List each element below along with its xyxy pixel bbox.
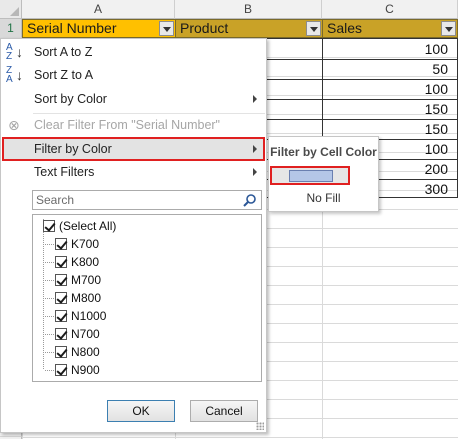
sales-cell[interactable]: 50 (322, 60, 452, 79)
cancel-button[interactable]: Cancel (190, 400, 258, 422)
sort-ascending-icon: A Z ↓ (6, 42, 23, 62)
list-item[interactable]: N900 (45, 361, 100, 379)
header-cell-product[interactable]: Product (175, 19, 323, 38)
menu-item-text-filters[interactable]: Text Filters (2, 160, 265, 184)
list-item-label: N900 (71, 363, 100, 377)
checkbox[interactable] (55, 364, 67, 376)
submenu-title: Filter by Cell Color (270, 145, 377, 159)
list-item-label: M800 (71, 291, 102, 305)
select-all-corner[interactable] (0, 0, 22, 19)
list-item[interactable]: N700 (45, 325, 100, 343)
sort-descending-icon: Z A ↓ (6, 65, 23, 85)
list-item-label: N1000 (71, 309, 107, 323)
list-item[interactable]: K700 (45, 235, 100, 253)
list-item[interactable]: N1000 (45, 307, 107, 325)
list-item[interactable]: K800 (45, 253, 100, 271)
sales-cell[interactable]: 100 (322, 80, 452, 99)
header-cell-sales[interactable]: Sales (322, 19, 458, 38)
menu-item-label: Sort Z to A (34, 68, 94, 82)
column-header-a[interactable]: A (22, 0, 175, 19)
search-input[interactable] (33, 191, 233, 209)
list-item-select-all[interactable]: (Select All) (43, 217, 116, 235)
checkbox[interactable] (55, 310, 67, 322)
ok-button[interactable]: OK (107, 400, 175, 422)
header-cell-serial-number[interactable]: Serial Number (22, 19, 176, 38)
submenu-arrow-icon (253, 145, 257, 153)
filter-value-list[interactable]: (Select All) K700 K800 M700 M800 N1000 N… (32, 214, 262, 382)
menu-item-clear-filter[interactable]: ⊗ Clear Filter From "Serial Number" (2, 113, 265, 137)
checkbox[interactable] (55, 256, 67, 268)
filter-dropdown-button[interactable] (441, 21, 456, 36)
list-item-label: (Select All) (59, 219, 117, 233)
cell-color-option[interactable] (270, 166, 350, 185)
list-item-label: K700 (71, 237, 100, 251)
menu-item-sort-by-color[interactable]: Sort by Color (2, 87, 265, 111)
list-item[interactable]: N800 (45, 343, 100, 361)
row-header[interactable]: 1 (0, 19, 22, 38)
header-cell-label: Serial Number (27, 20, 117, 36)
search-box[interactable] (32, 190, 262, 210)
list-item-label: N800 (71, 345, 100, 359)
search-icon (243, 194, 256, 207)
checkbox[interactable] (55, 328, 67, 340)
no-fill-option[interactable]: No Fill (269, 191, 378, 205)
sales-cell[interactable]: 100 (322, 40, 452, 59)
list-item-label: K800 (71, 255, 100, 269)
autofilter-menu: A Z ↓ Sort A to Z Z A ↓ Sort Z to A Sort by … (0, 38, 267, 433)
checkbox[interactable] (55, 274, 67, 286)
filter-dropdown-button[interactable] (306, 21, 321, 36)
resize-grip-icon[interactable] (256, 422, 264, 430)
menu-item-sort-z-a[interactable]: Z A ↓ Sort Z to A (2, 63, 265, 87)
filter-dropdown-button[interactable] (159, 21, 174, 36)
submenu-arrow-icon (253, 95, 257, 103)
checkbox[interactable] (55, 238, 67, 250)
list-item[interactable]: M800 (45, 289, 102, 307)
column-header-b[interactable]: B (175, 0, 322, 19)
list-item[interactable]: M700 (45, 271, 102, 289)
checkbox[interactable] (55, 346, 67, 358)
menu-item-label: Text Filters (34, 165, 95, 179)
menu-item-label: Sort A to Z (34, 45, 93, 59)
sales-cell[interactable]: 150 (322, 100, 452, 119)
color-swatch (289, 170, 333, 182)
list-item-label: N700 (71, 327, 100, 341)
header-cell-label: Sales (327, 20, 363, 36)
menu-item-sort-a-z[interactable]: A Z ↓ Sort A to Z (2, 40, 265, 64)
clear-filter-icon: ⊗ (8, 117, 20, 133)
list-item-label: M700 (71, 273, 102, 287)
menu-item-filter-by-color[interactable]: Filter by Color (2, 137, 265, 161)
checkbox[interactable] (55, 292, 67, 304)
menu-item-label: Filter by Color (34, 142, 112, 156)
submenu-arrow-icon (253, 168, 257, 176)
column-header-c[interactable]: C (322, 0, 458, 19)
menu-item-label: Clear Filter From "Serial Number" (34, 118, 220, 132)
filter-by-color-submenu: Filter by Cell Color No Fill (268, 136, 379, 212)
menu-item-label: Sort by Color (34, 92, 107, 106)
checkbox[interactable] (43, 220, 55, 232)
header-cell-label: Product (180, 20, 229, 36)
